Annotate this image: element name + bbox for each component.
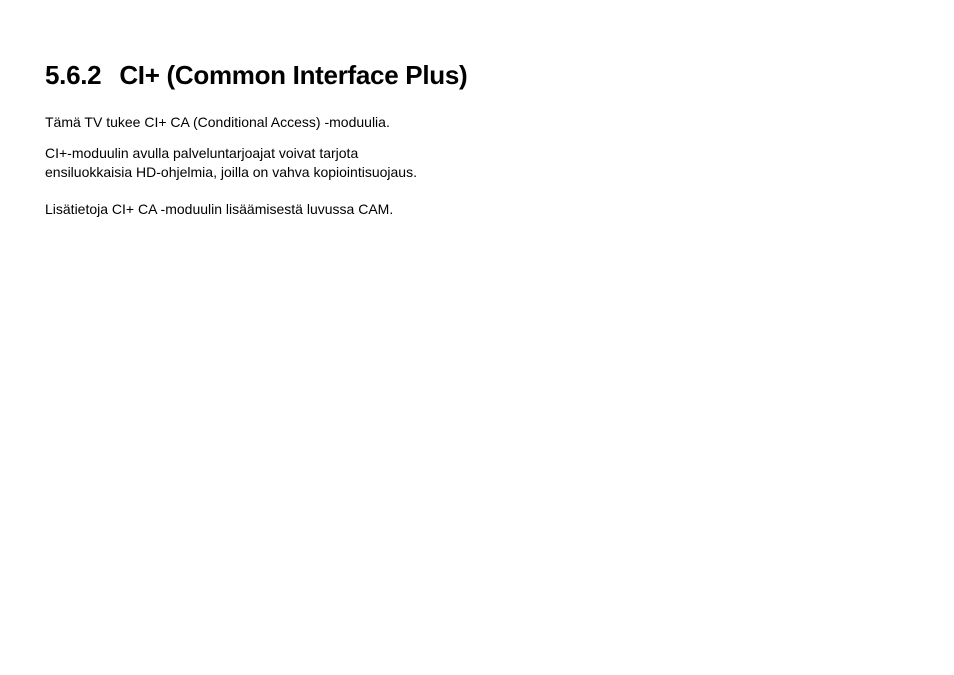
section-heading: 5.6.2 CI+ (Common Interface Plus) <box>45 60 909 91</box>
section-title: CI+ (Common Interface Plus) <box>119 60 467 90</box>
paragraph-3: Lisätietoja CI+ CA -moduulin lisäämisest… <box>45 200 425 219</box>
paragraph-1: Tämä TV tukee CI+ CA (Conditional Access… <box>45 113 425 132</box>
paragraph-2: CI+-moduulin avulla palveluntarjoajat vo… <box>45 144 425 182</box>
section-number: 5.6.2 <box>45 60 101 91</box>
